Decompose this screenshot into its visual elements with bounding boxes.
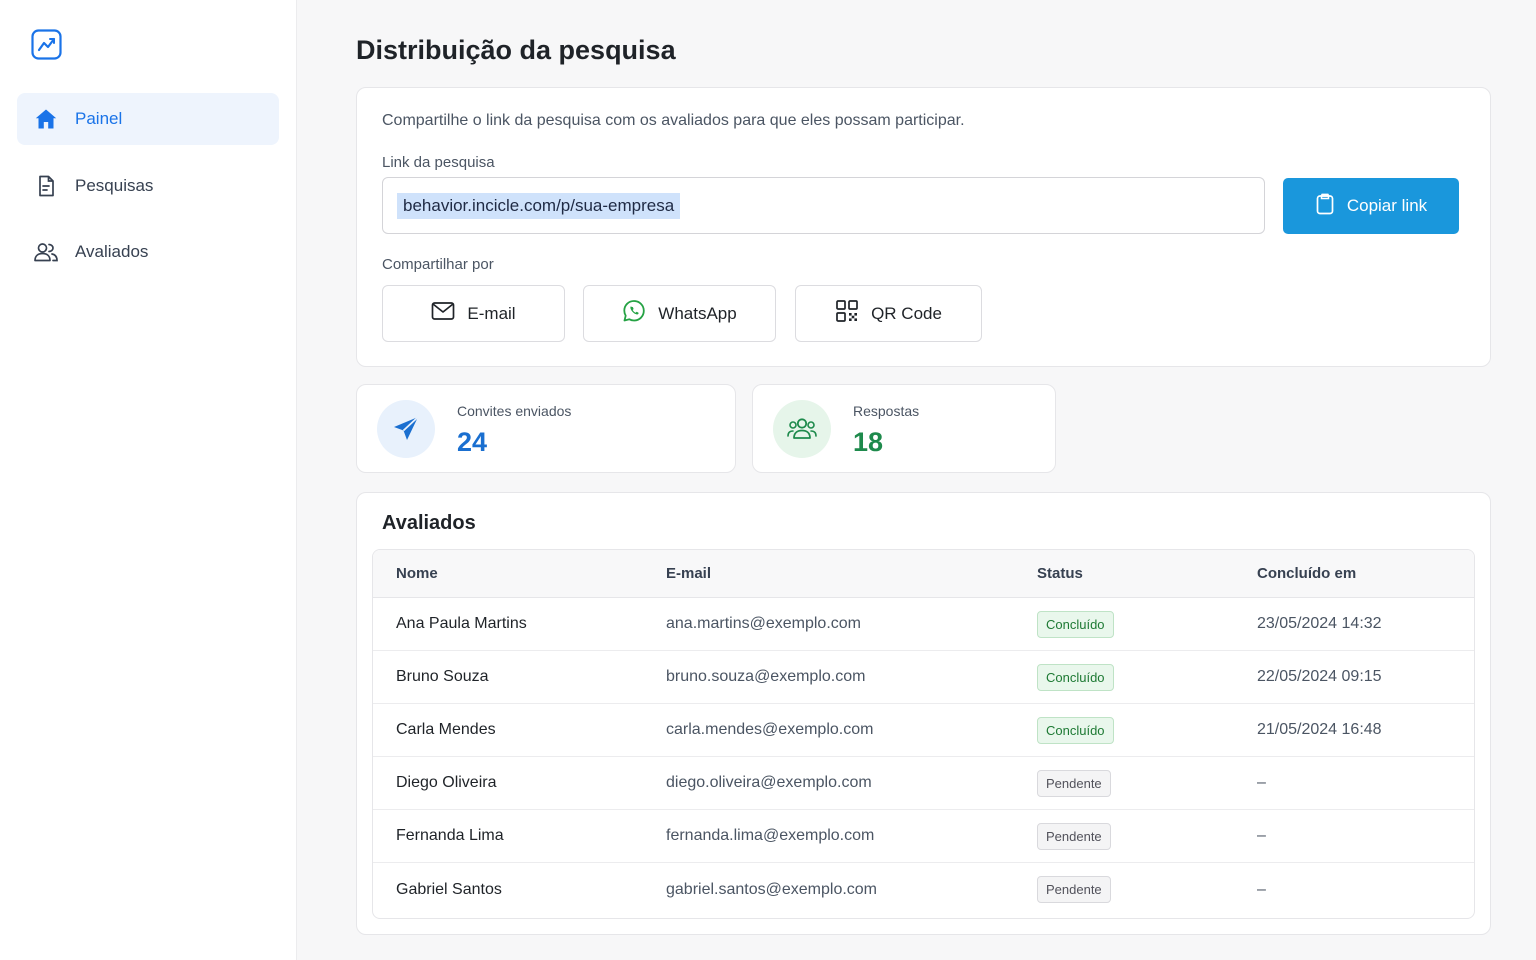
table-row[interactable]: Carla Mendes carla.mendes@exemplo.com Co… <box>373 704 1474 757</box>
sidebar-item-label: Painel <box>75 109 123 128</box>
survey-link-value: behavior.incicle.com/p/sua-empresa <box>397 192 681 219</box>
sidebar: Painel Pesquisas Avaliados <box>0 0 297 960</box>
cell-email: carla.mendes@exemplo.com <box>666 721 874 738</box>
cell-date: – <box>1257 827 1266 844</box>
cell-date: 23/05/2024 14:32 <box>1257 615 1382 632</box>
home-icon <box>33 106 59 132</box>
share-email-button[interactable]: E-mail <box>382 285 565 342</box>
users-icon <box>33 239 59 265</box>
share-qr-code-button[interactable]: QR Code <box>795 285 982 342</box>
cell-email: ana.martins@exemplo.com <box>666 615 861 632</box>
cell-status: Pendente <box>1037 863 1111 916</box>
column-header-nome[interactable]: Nome <box>396 550 438 597</box>
share-qr-code-label: QR Code <box>871 303 942 323</box>
stat-card-responses: Respostas 18 <box>752 384 1056 473</box>
cell-status: Concluído <box>1037 651 1114 703</box>
cell-name: Diego Oliveira <box>396 774 497 791</box>
sidebar-item-painel[interactable]: Painel <box>17 93 279 145</box>
main-content: Distribuição da pesquisa Compartilhe o l… <box>297 0 1536 960</box>
copy-link-button[interactable]: Copiar link <box>1283 178 1459 234</box>
qr-code-icon <box>835 299 859 328</box>
cell-name: Fernanda Lima <box>396 827 504 844</box>
cell-name: Ana Paula Martins <box>396 615 527 632</box>
column-header-email[interactable]: E-mail <box>666 550 711 597</box>
column-header-status[interactable]: Status <box>1037 550 1083 597</box>
status-badge: Concluído <box>1037 716 1114 744</box>
share-description: Compartilhe o link da pesquisa com os av… <box>382 112 965 129</box>
sidebar-item-label: Pesquisas <box>75 176 154 195</box>
cell-status: Pendente <box>1037 810 1111 862</box>
cell-status: Pendente <box>1037 757 1111 809</box>
cell-date: – <box>1257 880 1266 898</box>
status-badge: Pendente <box>1037 822 1111 850</box>
status-badge: Pendente <box>1037 769 1111 797</box>
cell-date: 21/05/2024 16:48 <box>1257 721 1382 738</box>
stat-label: Respostas <box>853 403 920 419</box>
table-header: Nome E-mail Status Concluído em <box>373 550 1474 598</box>
cell-date: 22/05/2024 09:15 <box>1257 668 1382 685</box>
status-badge: Concluído <box>1037 663 1114 691</box>
table-row[interactable]: Bruno Souza bruno.souza@exemplo.com Conc… <box>373 651 1474 704</box>
stat-value: 18 <box>853 427 884 457</box>
avaliados-table-card: Avaliados Nome E-mail Status Concluído e… <box>356 492 1491 935</box>
mail-icon <box>431 301 455 326</box>
link-label: Link da pesquisa <box>382 154 495 171</box>
document-icon <box>33 173 59 199</box>
sidebar-item-avaliados[interactable]: Avaliados <box>17 226 279 278</box>
copy-link-label: Copiar link <box>1346 196 1428 215</box>
cell-date: – <box>1257 774 1266 791</box>
sidebar-item-label: Avaliados <box>75 242 149 261</box>
cell-status: Concluído <box>1037 704 1114 756</box>
table-title: Avaliados <box>382 512 476 534</box>
page-title: Distribuição da pesquisa <box>356 35 676 65</box>
stat-card-invites: Convites enviados 24 <box>356 384 736 473</box>
users-icon <box>773 400 831 458</box>
table-row[interactable]: Ana Paula Martins ana.martins@exemplo.co… <box>373 598 1474 651</box>
stat-value: 24 <box>457 427 488 457</box>
cell-name: Gabriel Santos <box>396 880 502 898</box>
cell-name: Carla Mendes <box>396 721 496 738</box>
share-whatsapp-label: WhatsApp <box>658 303 737 323</box>
column-header-concluido-em[interactable]: Concluído em <box>1257 550 1356 597</box>
whatsapp-icon <box>622 299 646 328</box>
chart-logo-icon[interactable] <box>31 29 62 60</box>
share-whatsapp-button[interactable]: WhatsApp <box>583 285 776 342</box>
table-row[interactable]: Gabriel Santos gabriel.santos@exemplo.co… <box>373 863 1474 916</box>
table-row[interactable]: Fernanda Lima fernanda.lima@exemplo.com … <box>373 810 1474 863</box>
clipboard-icon <box>1315 193 1335 220</box>
stat-label: Convites enviados <box>457 403 572 419</box>
avaliados-table: Nome E-mail Status Concluído em Ana Paul… <box>372 549 1475 919</box>
share-by-label: Compartilhar por <box>382 256 494 273</box>
sidebar-item-pesquisas[interactable]: Pesquisas <box>17 160 279 212</box>
status-badge: Concluído <box>1037 610 1114 638</box>
cell-name: Bruno Souza <box>396 668 489 685</box>
status-badge: Pendente <box>1037 876 1111 903</box>
cell-email: fernanda.lima@exemplo.com <box>666 827 875 844</box>
cell-status: Concluído <box>1037 598 1114 650</box>
table-row[interactable]: Diego Oliveira diego.oliveira@exemplo.co… <box>373 757 1474 810</box>
survey-link-input[interactable]: behavior.incicle.com/p/sua-empresa <box>382 177 1265 234</box>
cell-email: gabriel.santos@exemplo.com <box>666 880 878 898</box>
share-card: Compartilhe o link da pesquisa com os av… <box>356 87 1491 367</box>
send-icon <box>377 400 435 458</box>
cell-email: bruno.souza@exemplo.com <box>666 668 866 685</box>
cell-email: diego.oliveira@exemplo.com <box>666 774 872 791</box>
share-email-label: E-mail <box>467 303 516 323</box>
